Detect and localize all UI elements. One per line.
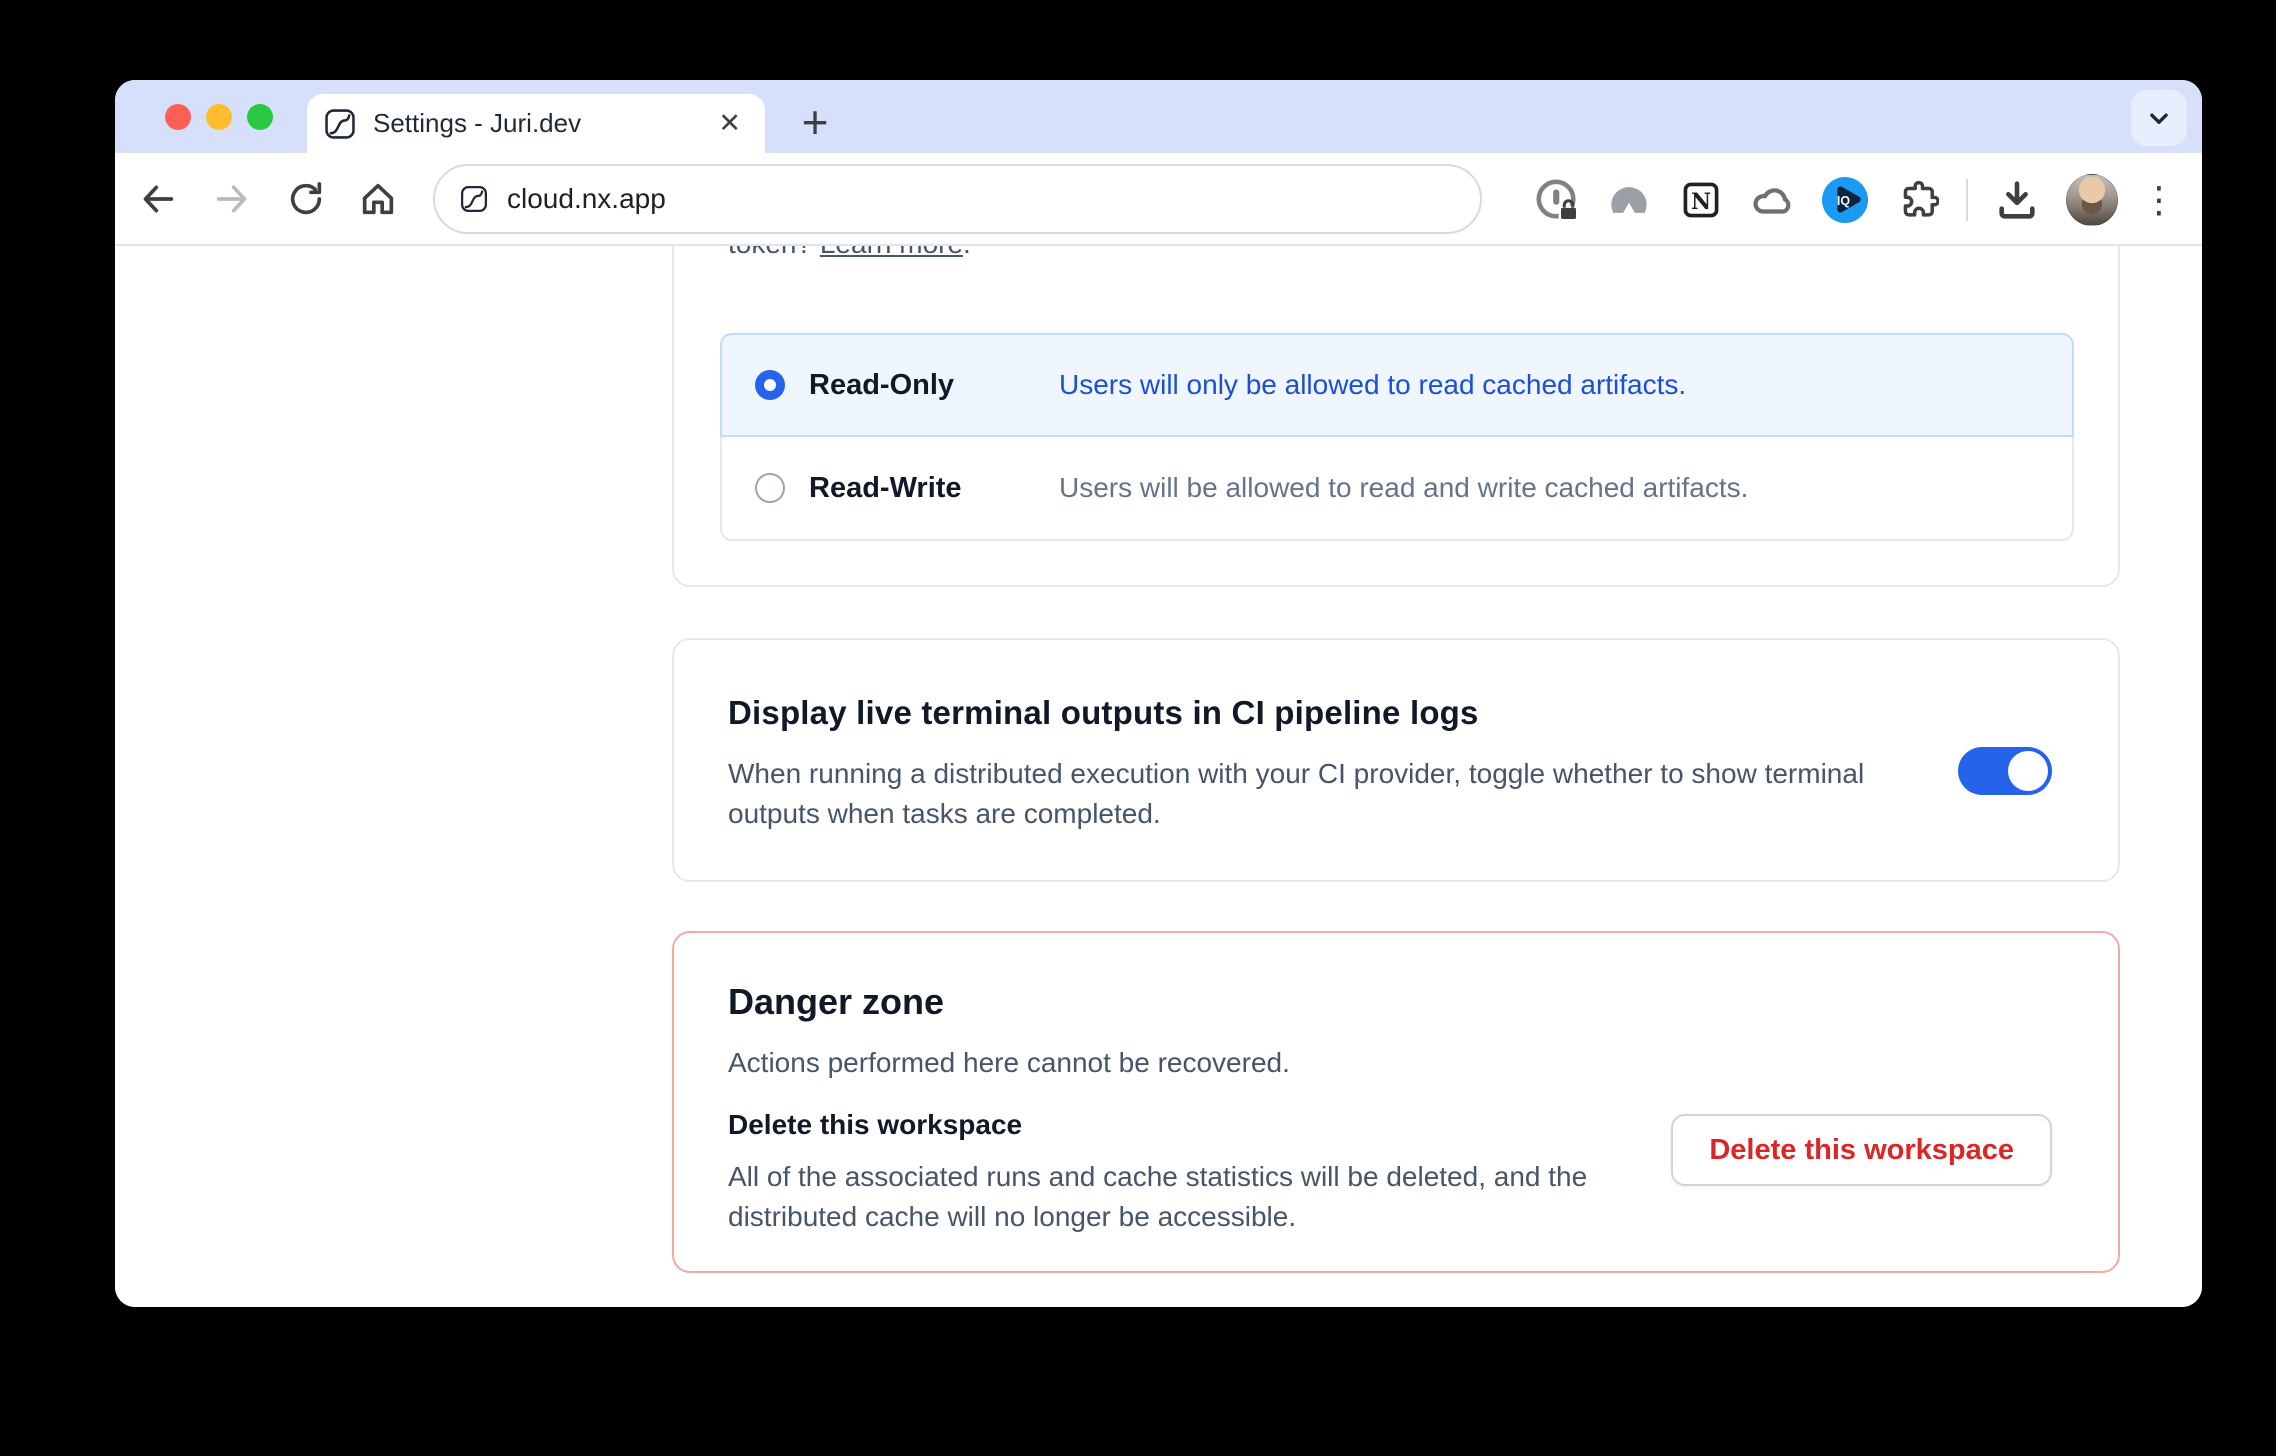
address-bar[interactable]: cloud.nx.app <box>433 164 1482 234</box>
access-level-radio-group: Read-Only Users will only be allowed to … <box>720 333 2074 541</box>
window-zoom-button[interactable] <box>247 104 273 130</box>
url-text: cloud.nx.app <box>507 183 666 215</box>
tab-settings[interactable]: Settings - Juri.dev ✕ <box>307 94 765 153</box>
reload-icon <box>286 179 326 219</box>
cloud-extension-button[interactable] <box>1750 174 1796 226</box>
terminal-card-description: When running a distributed execution wit… <box>728 754 1918 834</box>
toolbar-divider <box>1966 179 1968 221</box>
page-content: token? Learn more. Read-Only Users will … <box>115 246 2202 1307</box>
tab-search-button[interactable] <box>2131 90 2187 146</box>
onepassword-extension-button[interactable] <box>1534 174 1580 226</box>
back-button[interactable] <box>136 177 180 221</box>
radio-unselected-icon[interactable] <box>755 473 785 503</box>
radio-option-read-only[interactable]: Read-Only Users will only be allowed to … <box>720 333 2074 437</box>
browser-window: Settings - Juri.dev ✕ + <box>115 80 2202 1307</box>
cloud-icon <box>1750 177 1796 223</box>
token-text-suffix: . <box>963 246 971 259</box>
onepassword-icon <box>1534 177 1580 223</box>
svg-text:IQ: IQ <box>1837 193 1850 207</box>
site-nx-icon <box>459 184 489 214</box>
nx-favicon-icon <box>323 107 357 141</box>
home-button[interactable] <box>356 177 400 221</box>
window-close-button[interactable] <box>165 104 191 130</box>
terminal-card-title: Display live terminal outputs in CI pipe… <box>728 694 2118 732</box>
back-icon <box>138 179 178 219</box>
terminal-output-card: Display live terminal outputs in CI pipe… <box>672 638 2120 882</box>
svg-text:N: N <box>1691 188 1711 214</box>
home-icon <box>358 179 398 219</box>
iq-extension-button[interactable]: IQ <box>1822 174 1868 226</box>
radio-label: Read-Write <box>809 472 1059 505</box>
radio-selected-icon[interactable] <box>755 370 785 400</box>
delete-workspace-description: All of the associated runs and cache sta… <box>728 1157 1648 1237</box>
tab-title: Settings - Juri.dev <box>373 108 714 139</box>
downloads-button[interactable] <box>1994 174 2040 226</box>
danger-zone-card: Danger zone Actions performed here canno… <box>672 931 2120 1273</box>
notion-extension-button[interactable]: N <box>1678 174 1724 226</box>
puzzle-icon <box>1895 178 1939 222</box>
window-minimize-button[interactable] <box>206 104 232 130</box>
terminal-output-toggle[interactable] <box>1958 747 2052 795</box>
forward-button[interactable] <box>210 177 254 221</box>
radio-label: Read-Only <box>809 369 1059 402</box>
browser-menu-button[interactable]: ⋮ <box>2136 174 2182 226</box>
vpn-mountain-icon <box>1607 178 1651 222</box>
tab-close-icon[interactable]: ✕ <box>714 106 745 141</box>
chevron-down-icon <box>2142 101 2176 135</box>
download-icon <box>1994 177 2040 223</box>
learn-more-link[interactable]: Learn more <box>820 246 963 259</box>
tab-strip: Settings - Juri.dev ✕ + <box>115 80 2202 153</box>
radio-description: Users will only be allowed to read cache… <box>1059 369 1686 401</box>
vpn-extension-button[interactable] <box>1606 174 1652 226</box>
reload-button[interactable] <box>284 177 328 221</box>
access-settings-card: token? Learn more. Read-Only Users will … <box>672 246 2120 587</box>
profile-avatar[interactable] <box>2066 174 2118 226</box>
new-tab-button[interactable]: + <box>787 94 843 150</box>
token-help-text: token? Learn more. <box>728 246 971 262</box>
toggle-knob <box>2008 751 2048 791</box>
notion-icon: N <box>1679 178 1723 222</box>
danger-zone-subtitle: Actions performed here cannot be recover… <box>728 1047 2118 1079</box>
danger-zone-title: Danger zone <box>728 981 2118 1023</box>
browser-toolbar: cloud.nx.app <box>115 153 2202 246</box>
radio-option-read-write[interactable]: Read-Write Users will be allowed to read… <box>720 437 2074 541</box>
toolbar-extensions: N IQ <box>1508 153 2202 246</box>
radio-description: Users will be allowed to read and write … <box>1059 472 1748 504</box>
token-text: token? <box>728 246 820 259</box>
delete-workspace-button[interactable]: Delete this workspace <box>1671 1114 2052 1186</box>
extensions-button[interactable] <box>1894 174 1940 226</box>
forward-icon <box>212 179 252 219</box>
iq-icon: IQ <box>1822 177 1868 223</box>
